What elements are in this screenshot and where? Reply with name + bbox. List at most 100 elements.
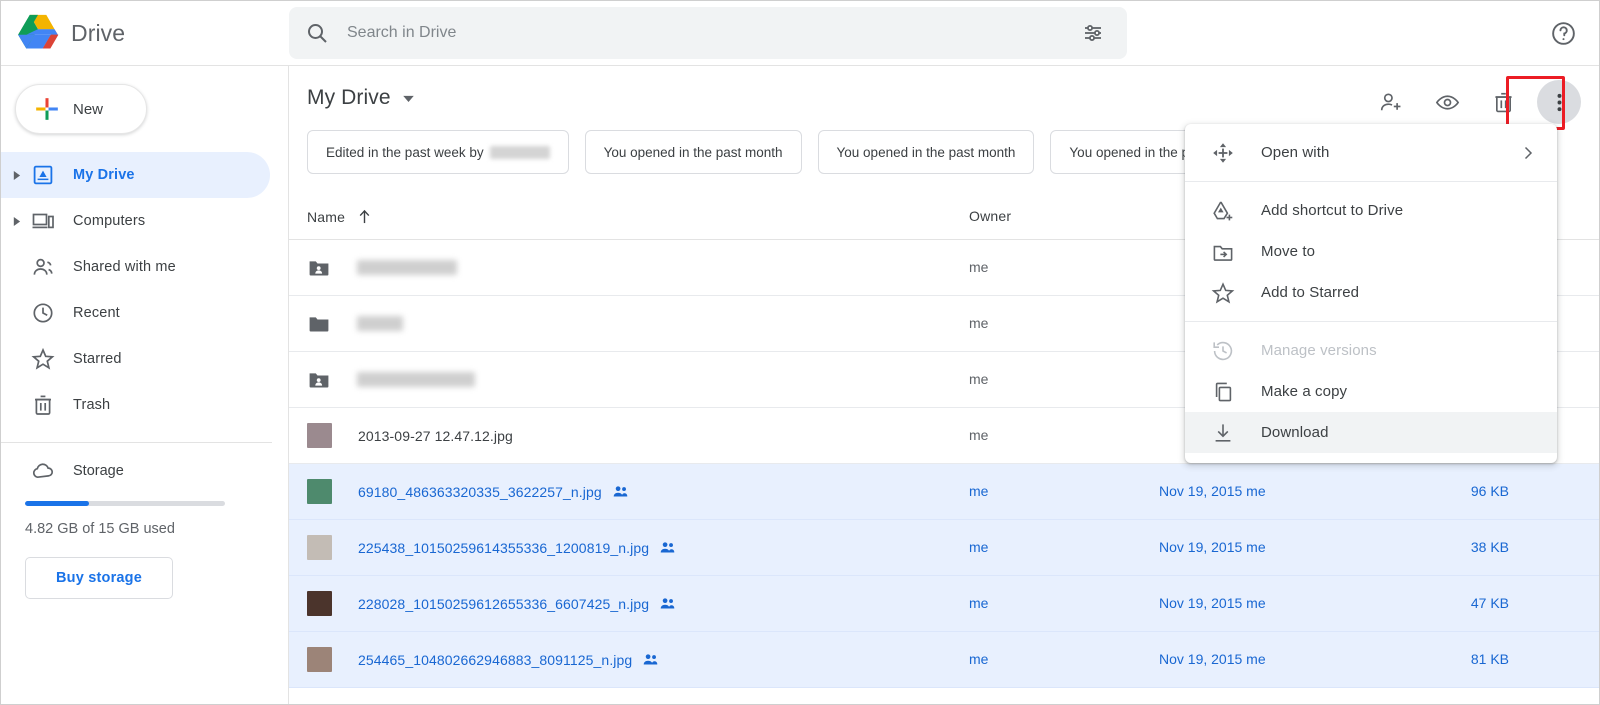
sidebar-item-label: My Drive — [73, 167, 135, 183]
open-with-arrows-icon — [1213, 142, 1233, 163]
redacted-file-name — [357, 260, 457, 275]
column-header-owner[interactable]: Owner — [969, 208, 1159, 226]
menu-item-move-to[interactable]: Move to — [1185, 231, 1557, 272]
file-thumbnail — [307, 479, 332, 504]
sidebar-item-starred[interactable]: Starred — [1, 336, 288, 382]
help-circle-icon[interactable] — [1550, 20, 1577, 47]
storage-progress-fill — [25, 501, 89, 506]
cell-size: 96 KB — [1470, 482, 1509, 499]
more-actions-button[interactable] — [1537, 80, 1581, 124]
file-name[interactable]: 2013-09-27 12.47.12.jpg — [358, 428, 513, 444]
copy-icon — [1215, 382, 1232, 401]
table-row[interactable]: 228028_10150259612655336_6607425_n.jpg me… — [289, 576, 1599, 632]
sidebar-item-label: Shared with me — [73, 259, 176, 275]
sidebar-item-trash[interactable]: Trash — [1, 382, 288, 428]
cell-name: 2013-09-27 12.47.12.jpg — [289, 423, 969, 448]
download-icon — [1215, 423, 1231, 442]
menu-item-download[interactable]: Download — [1185, 412, 1557, 453]
eye-icon — [1435, 94, 1459, 110]
cell-name — [289, 256, 969, 280]
sidebar-item-label: Starred — [73, 351, 122, 367]
column-header-label: Owner — [969, 207, 1012, 224]
file-name[interactable]: 69180_486363320335_3622257_n.jpg — [358, 484, 602, 500]
cell-name — [289, 312, 969, 336]
people-icon — [33, 258, 53, 275]
shared-folder-icon — [309, 260, 329, 275]
history-icon — [1213, 341, 1233, 360]
tune-icon[interactable] — [1081, 21, 1105, 45]
filter-chip[interactable]: Edited in the past week by — [307, 130, 569, 174]
cell-size: 38 KB — [1470, 538, 1509, 555]
sidebar-item-my-drive[interactable]: My Drive — [1, 152, 270, 198]
sidebar-nav: My Drive Computers Shared with me Recent… — [1, 152, 288, 428]
new-button[interactable]: New — [15, 84, 147, 134]
sidebar-item-label: Recent — [73, 305, 120, 321]
shared-people-icon — [660, 598, 675, 609]
expand-caret-icon[interactable] — [9, 216, 23, 226]
cell-size: 47 KB — [1470, 594, 1509, 611]
cell-owner: me — [969, 370, 989, 387]
menu-item-label: Add shortcut to Drive — [1261, 202, 1404, 219]
search-bar[interactable] — [289, 7, 1127, 59]
clock-icon — [33, 303, 53, 323]
menu-item-open-with[interactable]: Open with — [1185, 132, 1557, 173]
cell-name: 225438_10150259614355336_1200819_n.jpg — [289, 535, 969, 560]
trash-icon — [35, 395, 51, 415]
menu-item-label: Add to Starred — [1261, 284, 1360, 301]
cell-name — [289, 368, 969, 392]
computer-icon — [32, 213, 54, 229]
filter-chip[interactable]: You opened in the past month — [817, 130, 1035, 174]
sort-ascending-icon — [359, 209, 370, 224]
menu-item-label: Manage versions — [1261, 342, 1377, 359]
menu-divider — [1185, 181, 1557, 182]
menu-item-add-shortcut-to-drive[interactable]: Add shortcut to Drive — [1185, 190, 1557, 231]
redacted-owner-name — [489, 145, 550, 159]
table-row[interactable]: 69180_486363320335_3622257_n.jpg me Nov 19… — [289, 464, 1599, 520]
brand-name: Drive — [71, 19, 126, 46]
cell-owner: me — [969, 258, 989, 275]
breadcrumb[interactable]: My Drive — [307, 86, 391, 110]
share-button[interactable] — [1369, 80, 1413, 124]
cell-modified: Nov 19, 2015 me — [1159, 482, 1266, 499]
cell-modified: Nov 19, 2015 me — [1159, 594, 1266, 611]
menu-divider — [1185, 321, 1557, 322]
context-menu: Open with Add shortcut to Drive Move to — [1185, 124, 1557, 463]
file-thumbnail — [307, 535, 332, 560]
top-bar: Drive — [1, 1, 1599, 66]
file-thumbnail — [307, 423, 332, 448]
move-to-folder-icon — [1213, 245, 1233, 261]
cell-owner: me — [969, 538, 989, 555]
storage-usage-text: 4.82 GB of 15 GB used — [25, 521, 175, 537]
sidebar-divider — [1, 442, 272, 443]
cell-owner: me — [969, 482, 989, 499]
buy-storage-button[interactable]: Buy storage — [25, 557, 173, 599]
menu-item-label: Make a copy — [1261, 383, 1348, 400]
chevron-down-icon[interactable] — [402, 95, 414, 102]
column-header-name[interactable]: Name — [289, 209, 969, 225]
sidebar-item-storage[interactable]: Storage — [1, 447, 288, 495]
filter-chip-label: You opened in the past month — [836, 144, 1016, 160]
file-name[interactable]: 254465_104802662946883_8091125_n.jpg — [358, 652, 632, 668]
file-thumbnail — [307, 647, 332, 672]
search-input[interactable] — [347, 24, 1081, 42]
table-row[interactable]: 225438_10150259614355336_1200819_n.jpg me… — [289, 520, 1599, 576]
star-icon — [1211, 281, 1235, 303]
table-row[interactable]: 254465_104802662946883_8091125_n.jpg me No… — [289, 632, 1599, 688]
sidebar-item-shared-with-me[interactable]: Shared with me — [1, 244, 288, 290]
expand-caret-icon[interactable] — [9, 170, 23, 180]
brand[interactable]: Drive — [1, 14, 289, 52]
more-vertical-icon — [1557, 93, 1561, 111]
sidebar-item-recent[interactable]: Recent — [1, 290, 288, 336]
file-name[interactable]: 225438_10150259614355336_1200819_n.jpg — [358, 540, 649, 556]
remove-button[interactable] — [1481, 80, 1525, 124]
menu-item-make-a-copy[interactable]: Make a copy — [1185, 371, 1557, 412]
filter-chip[interactable]: You opened in the past month — [584, 130, 802, 174]
file-name[interactable]: 228028_10150259612655336_6607425_n.jpg — [358, 596, 649, 612]
redacted-file-name — [357, 372, 475, 387]
menu-item-add-to-starred[interactable]: Add to Starred — [1185, 272, 1557, 313]
cell-owner: me — [969, 650, 989, 667]
sidebar-item-computers[interactable]: Computers — [1, 198, 288, 244]
cell-owner: me — [969, 594, 989, 611]
storage-progress-bar — [25, 501, 225, 506]
preview-button[interactable] — [1425, 80, 1469, 124]
